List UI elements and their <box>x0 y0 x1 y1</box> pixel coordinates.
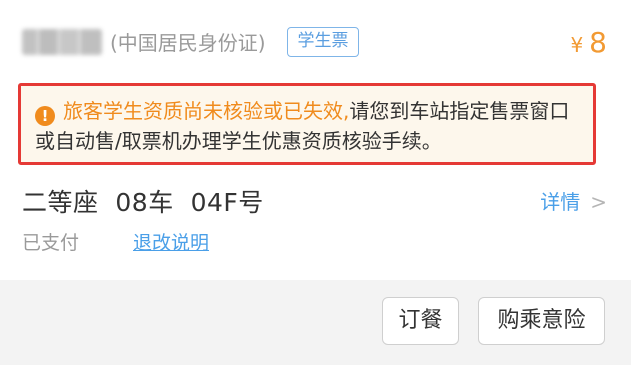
seat-info: 二等座 08车 04F号 <box>22 188 264 217</box>
student-ticket-badge: 学生票 <box>287 27 359 57</box>
buy-insurance-button[interactable]: 购乘意险 <box>478 297 605 345</box>
chevron-right-icon: > <box>590 190 607 214</box>
refund-policy-link[interactable]: 退改说明 <box>133 228 209 255</box>
price-amount: 8 <box>589 26 607 59</box>
order-meal-button[interactable]: 订餐 <box>382 297 459 345</box>
details-link[interactable]: 详情 > <box>540 186 607 215</box>
id-type-label: (中国居民身份证) <box>110 31 266 55</box>
payment-status: 已支付 <box>22 232 80 254</box>
alert-message: ! 旅客学生资质尚未核验或已失效,请您到车站指定售票窗口或自动售/取票机办理学生优… <box>35 96 585 156</box>
details-label: 详情 <box>540 190 581 214</box>
alert-highlight-text: 旅客学生资质尚未核验或已失效, <box>63 99 350 123</box>
ticket-price: ¥8 <box>570 24 607 62</box>
passenger-name-blurred <box>22 29 102 55</box>
ticket-card: (中国居民身份证) 学生票 ¥8 ! 旅客学生资质尚未核验或已失效,请您到车站指定… <box>0 0 631 280</box>
currency-symbol: ¥ <box>570 33 584 57</box>
student-qualification-alert: ! 旅客学生资质尚未核验或已失效,请您到车站指定售票窗口或自动售/取票机办理学生优… <box>18 83 596 165</box>
warning-icon: ! <box>35 106 55 126</box>
